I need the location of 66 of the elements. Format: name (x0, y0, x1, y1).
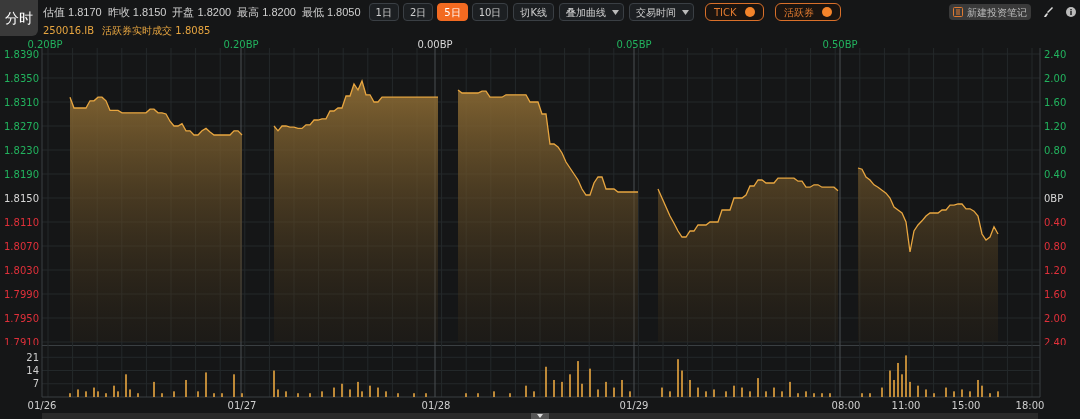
time-axis-label: 08:00 (831, 400, 861, 411)
quote-item: 开盘 1.8200 (172, 4, 232, 20)
toggle-pill[interactable]: TICK (705, 3, 764, 21)
day-change-label: 0.50BP (822, 40, 858, 50)
day-change-label: 0.20BP (27, 40, 63, 50)
volume-axis-label: 7 (32, 378, 39, 390)
scroll-bar[interactable] (42, 413, 1038, 419)
period-tab[interactable]: 10日 (471, 3, 509, 21)
price-axis-label: 1.8270 (4, 120, 39, 132)
bp-axis-label: 2.00 (1044, 312, 1067, 324)
caret-icon (612, 9, 619, 15)
dropdown[interactable]: 叠加曲线 (559, 3, 624, 21)
volume-axis-label: 21 (26, 351, 39, 363)
price-axis-label: 1.8230 (4, 144, 39, 156)
bp-axis-label: 1.20 (1044, 120, 1067, 132)
active-bond-code: 250016.IB (43, 23, 95, 38)
time-axis-label: 01/27 (227, 400, 257, 411)
kline-button[interactable]: 切K线 (513, 3, 554, 21)
dropdown[interactable]: 交易时间 (629, 3, 694, 21)
scroll-handle-icon[interactable] (531, 413, 549, 419)
bp-axis-label: 1.20 (1044, 264, 1067, 276)
bp-axis-label: 0.80 (1044, 240, 1067, 252)
active-bond-trade: 活跃券实时成交 1.8085 (102, 23, 211, 38)
bp-axis-label: 2.40 (1044, 48, 1067, 60)
bp-axis-label: 0BP (1044, 192, 1064, 204)
bp-axis-label: 0.40 (1044, 168, 1067, 180)
bp-axis-label: 2.00 (1044, 72, 1067, 84)
price-axis-label: 1.7950 (4, 312, 39, 324)
bp-axis-label: 2.40 (1044, 336, 1067, 345)
price-axis-label: 1.8390 (4, 48, 39, 60)
price-axis-label: 1.8110 (4, 216, 39, 228)
price-axis-label: 1.8350 (4, 72, 39, 84)
quote-item: 最高 1.8200 (237, 4, 296, 20)
info-icon[interactable] (1066, 7, 1076, 17)
bp-axis-label: 1.60 (1044, 96, 1067, 108)
time-axis-label: 11:00 (891, 400, 921, 411)
quote-item: 最低 1.8050 (301, 4, 361, 20)
price-axis-label: 1.8310 (4, 96, 39, 108)
bp-axis-label: 0.80 (1044, 144, 1067, 156)
time-axis-label: 01/28 (421, 400, 451, 411)
price-axis-label: 1.7910 (4, 336, 39, 345)
period-tab[interactable]: 2日 (402, 3, 434, 21)
price-axis-label: 1.8190 (4, 168, 39, 180)
bp-axis-label: 1.60 (1044, 288, 1067, 300)
price-axis-label: 1.8150 (4, 192, 39, 204)
bp-axis-label: 0.40 (1044, 216, 1067, 228)
time-axis-label: 01/29 (619, 400, 649, 411)
time-axis-label: 15:00 (951, 400, 981, 411)
mode-tab[interactable]: 分时 (0, 0, 38, 36)
day-change-label: 0.00BP (417, 40, 453, 50)
period-tab[interactable]: 1日 (368, 3, 399, 21)
time-axis-label: 01/26 (27, 400, 57, 411)
note-icon (953, 7, 963, 17)
time-axis-label: 18:00 (1015, 400, 1045, 411)
price-axis-label: 1.7990 (4, 288, 39, 300)
price-axis-label: 1.8030 (4, 264, 39, 276)
volume-axis-label: 14 (26, 365, 39, 377)
day-change-label: 0.20BP (223, 40, 259, 50)
new-note-button[interactable]: 新建投资笔记 (949, 4, 1031, 20)
brush-icon[interactable] (1043, 6, 1054, 18)
day-change-label: 0.05BP (616, 40, 652, 50)
toggle-pill[interactable]: 活跃券 (774, 3, 841, 21)
quote-item: 估值 1.8170 (43, 4, 102, 20)
quote-item: 昨收 1.8150 (107, 4, 167, 20)
caret-icon (682, 9, 689, 15)
price-axis-label: 1.8070 (4, 240, 39, 252)
